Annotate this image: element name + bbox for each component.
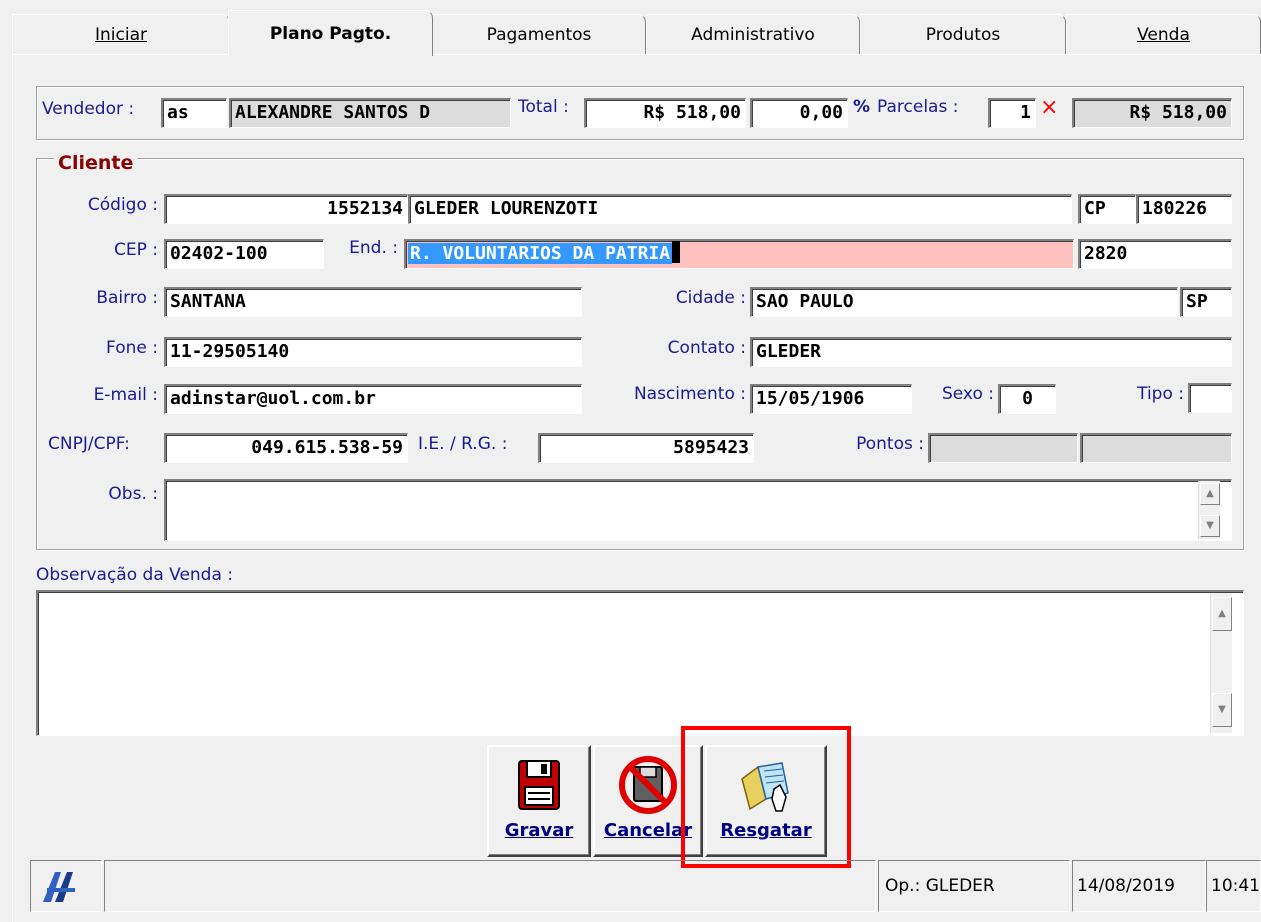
tab-label: Iniciar <box>95 25 147 45</box>
status-time: 10:41 <box>1206 860 1261 912</box>
end-label: End. : <box>349 238 398 258</box>
fone-label: Fone : <box>106 338 158 358</box>
scroll-down-icon[interactable]: ▼ <box>1200 515 1220 537</box>
codigo-field[interactable]: 1552134 <box>164 194 408 224</box>
scroll-down-icon[interactable]: ▼ <box>1212 693 1232 727</box>
cidade-field[interactable]: SAO PAULO <box>750 287 1178 317</box>
pontos-extra-field <box>1080 433 1232 463</box>
tab-label: Administrativo <box>691 25 815 45</box>
tipo-label: Tipo : <box>1137 384 1184 404</box>
sexo-field[interactable]: 0 <box>998 384 1056 414</box>
parcelas-label: Parcelas : <box>877 97 959 117</box>
contato-label: Contato : <box>667 338 746 358</box>
bairro-field[interactable]: SANTANA <box>164 287 582 317</box>
numero-field[interactable]: 2820 <box>1078 239 1232 269</box>
bairro-label: Bairro : <box>96 288 158 308</box>
uf-field[interactable]: SP <box>1180 287 1232 317</box>
tab-venda[interactable]: Venda <box>1066 14 1261 54</box>
parcela-amount-field: R$ 518,00 <box>1072 98 1232 128</box>
vendedor-code-field[interactable]: as <box>161 98 227 128</box>
venda-obs-label: Observação da Venda : <box>36 565 234 585</box>
times-icon: × <box>1040 95 1059 120</box>
tab-produtos[interactable]: Produtos <box>860 14 1066 54</box>
email-label: E-mail : <box>93 385 158 405</box>
scroll-up-icon[interactable]: ▲ <box>1212 597 1232 631</box>
email-field[interactable]: adinstar@uol.com.br <box>164 384 582 414</box>
obs-label: Obs. : <box>108 484 158 504</box>
parcelas-field[interactable]: 1 <box>988 98 1036 128</box>
gravar-label: Gravar <box>504 820 574 841</box>
ie-field[interactable]: 5895423 <box>538 433 754 463</box>
nascimento-label: Nascimento : <box>633 384 746 404</box>
venda-obs-field[interactable] <box>36 590 1244 736</box>
app-logo-icon <box>43 872 75 902</box>
cliente-title: Cliente <box>54 152 138 174</box>
total-field[interactable]: R$ 518,00 <box>584 98 746 128</box>
tab-pagamentos[interactable]: Pagamentos <box>432 14 646 54</box>
cp-value-field[interactable]: 180226 <box>1136 194 1232 224</box>
tab-iniciar[interactable]: Iniciar <box>12 14 230 54</box>
cp-label-field: CP <box>1078 194 1136 224</box>
vendedor-label: Vendedor : <box>42 99 135 119</box>
discount-field[interactable]: 0,00 <box>750 98 848 128</box>
venda-obs-scrollbar[interactable]: ▲ ▼ <box>1210 593 1232 733</box>
tipo-field[interactable] <box>1188 383 1232 413</box>
ie-label: I.E. / R.G. : <box>418 434 508 454</box>
status-operator: Op.: GLEDER <box>878 860 1070 912</box>
address-selected-text: R. VOLUNTARIOS DA PATRIA <box>408 243 673 264</box>
address-field[interactable]: R. VOLUNTARIOS DA PATRIA <box>404 239 1074 269</box>
contato-field[interactable]: GLEDER <box>750 337 1232 367</box>
fone-field[interactable]: 11-29505140 <box>164 337 582 367</box>
cancel-save-icon <box>619 756 677 814</box>
status-message-panel <box>104 860 876 912</box>
cnpj-label: CNPJ/CPF: <box>48 434 130 454</box>
tab-label: Venda <box>1137 25 1190 45</box>
tab-label: Pagamentos <box>486 25 592 45</box>
tab-label: Produtos <box>925 25 1001 45</box>
codigo-label: Código : <box>87 195 158 215</box>
tab-administrativo[interactable]: Administrativo <box>646 14 860 54</box>
save-disk-icon <box>518 760 560 810</box>
highlight-box <box>681 726 851 868</box>
nome-field[interactable]: GLEDER LOURENZOTI <box>408 194 1072 224</box>
nascimento-field[interactable]: 15/05/1906 <box>750 384 912 414</box>
sexo-label: Sexo : <box>941 384 994 404</box>
obs-field[interactable] <box>164 479 1232 541</box>
gravar-button[interactable]: Gravar <box>487 745 591 857</box>
cep-field[interactable]: 02402-100 <box>164 239 324 269</box>
vendedor-name-field: ALEXANDRE SANTOS D <box>229 98 511 128</box>
total-label: Total : <box>518 97 569 117</box>
pontos-field <box>928 433 1078 463</box>
pontos-label: Pontos : <box>856 434 924 454</box>
obs-scrollbar[interactable]: ▲ ▼ <box>1198 481 1220 539</box>
status-logo-panel <box>30 860 102 912</box>
scroll-up-icon[interactable]: ▲ <box>1200 483 1220 505</box>
tab-label: Plano Pagto. <box>269 24 392 44</box>
cidade-label: Cidade : <box>675 288 746 308</box>
text-cursor <box>672 241 681 263</box>
tab-plano-pagto[interactable]: Plano Pagto. <box>228 10 433 56</box>
cnpj-field[interactable]: 049.615.538-59 <box>164 433 408 463</box>
percent-icon: % <box>853 97 871 117</box>
cep-label: CEP : <box>114 240 158 260</box>
status-date: 14/08/2019 <box>1072 860 1206 912</box>
